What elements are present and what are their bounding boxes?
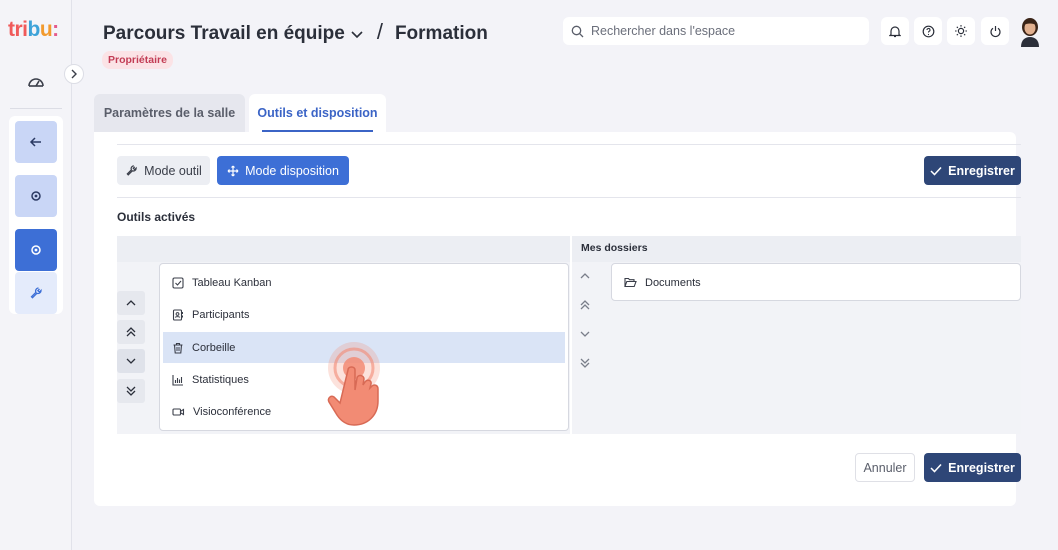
bell-icon: [889, 25, 901, 37]
mode-tool-button[interactable]: Mode outil: [117, 156, 210, 185]
folder-move-bottom-button[interactable]: [571, 351, 599, 375]
checkbox-icon: [172, 276, 184, 289]
help-icon: [922, 25, 934, 37]
check-icon: [930, 166, 942, 176]
folders-title: Mes dossiers: [581, 242, 648, 254]
gear-icon: [31, 191, 41, 201]
tools-button[interactable]: [15, 272, 57, 314]
save-button[interactable]: Enregistrer: [924, 156, 1021, 185]
trash-icon: [173, 342, 183, 354]
chevron-down-icon: [580, 331, 590, 337]
contact-card-icon: [172, 308, 183, 321]
rail-divider: [10, 108, 62, 109]
search-input[interactable]: [591, 24, 861, 38]
list-item[interactable]: Participants: [163, 299, 565, 330]
move-top-button[interactable]: [117, 320, 145, 344]
tribu-logo[interactable]: tribu:: [8, 18, 59, 42]
video-icon: [172, 407, 185, 416]
role-badge: Propriétaire: [102, 51, 173, 69]
section-title: Outils activés: [117, 210, 196, 224]
breadcrumb-separator: /: [376, 19, 383, 44]
move-up-button[interactable]: [117, 291, 145, 315]
mode-layout-button[interactable]: Mode disposition: [217, 156, 349, 185]
check-icon: [930, 463, 942, 473]
folders-list[interactable]: Documents: [611, 263, 1021, 301]
space-title[interactable]: Parcours Travail en équipe: [103, 23, 345, 44]
logout-button[interactable]: [981, 17, 1009, 45]
page-title: Formation: [394, 23, 488, 44]
dashboard-icon[interactable]: [26, 74, 46, 90]
move-bottom-button[interactable]: [117, 379, 145, 403]
double-chevron-down-icon: [580, 358, 590, 368]
theme-toggle-button[interactable]: [947, 17, 975, 45]
avatar[interactable]: [1016, 15, 1044, 47]
double-chevron-up-icon: [580, 300, 590, 310]
chevron-down-icon[interactable]: [351, 23, 363, 45]
back-button[interactable]: [15, 121, 57, 163]
tap-hand-cursor-icon: [326, 340, 420, 442]
folder-move-up-button[interactable]: [571, 264, 599, 288]
gear-icon: [31, 245, 41, 255]
sun-icon: [955, 25, 967, 37]
search-icon: [571, 25, 584, 37]
move-icon: [227, 165, 239, 176]
chevron-up-icon: [580, 273, 590, 279]
side-rail: tribu:: [0, 0, 72, 550]
chevron-down-icon: [126, 358, 136, 364]
search-box[interactable]: [563, 17, 869, 45]
settings-button[interactable]: [15, 175, 57, 217]
wrench-icon: [126, 165, 137, 176]
divider: [117, 144, 1021, 145]
notifications-button[interactable]: [881, 17, 909, 45]
activated-tools-header: [117, 236, 570, 262]
tab-tools-layout[interactable]: Outils et disposition: [249, 94, 386, 132]
chevron-right-icon: [71, 69, 77, 79]
double-chevron-down-icon: [126, 386, 136, 396]
folder-move-down-button[interactable]: [571, 322, 599, 346]
folder-move-top-button[interactable]: [571, 293, 599, 317]
move-down-button[interactable]: [117, 349, 145, 373]
breadcrumb: Parcours Travail en équipe / Formation: [103, 19, 488, 45]
divider: [117, 197, 1021, 198]
wrench-icon: [30, 287, 42, 299]
save-button-footer[interactable]: Enregistrer: [924, 453, 1021, 482]
list-item[interactable]: Tableau Kanban: [163, 267, 565, 298]
chevron-up-icon: [126, 300, 136, 306]
help-button[interactable]: [914, 17, 942, 45]
list-item[interactable]: Documents: [615, 267, 1017, 298]
rail-collapse-toggle[interactable]: [64, 64, 84, 84]
room-settings-button[interactable]: [15, 229, 57, 271]
power-icon: [989, 25, 1001, 37]
cancel-button[interactable]: Annuler: [855, 453, 915, 482]
tab-room-settings[interactable]: Paramètres de la salle: [94, 94, 245, 132]
arrow-left-icon: [29, 137, 41, 147]
bar-chart-icon: [172, 374, 183, 386]
folder-open-icon: [624, 277, 637, 288]
double-chevron-up-icon: [126, 327, 136, 337]
